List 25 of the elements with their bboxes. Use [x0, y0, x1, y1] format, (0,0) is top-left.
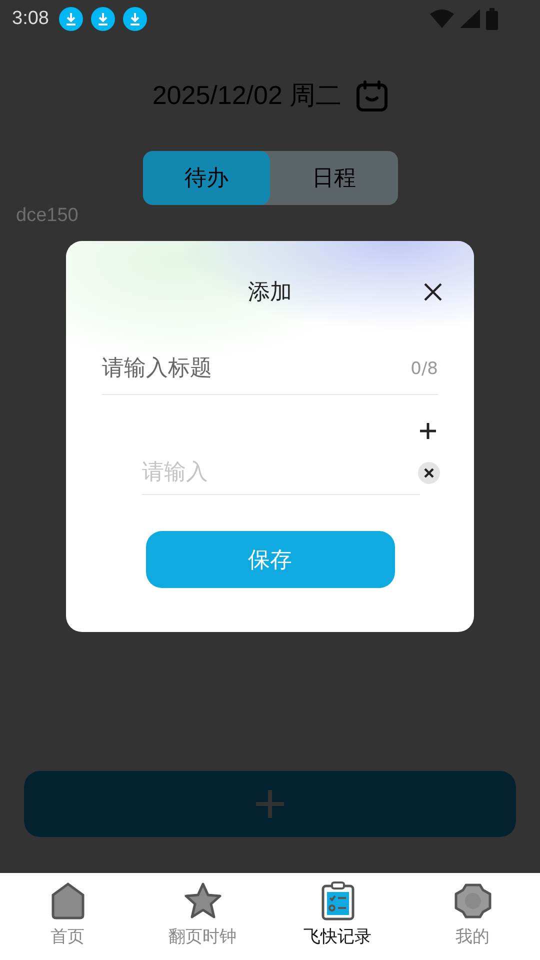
nav-tab[interactable]: 飞快记录 [270, 873, 405, 960]
tab[interactable]: 待办 [142, 151, 270, 205]
status-time: 3:08 [12, 8, 49, 30]
signal-icon [460, 9, 480, 29]
plus-icon [418, 421, 438, 441]
add-item-button[interactable] [418, 421, 438, 441]
dialog-title: 添加 [248, 279, 292, 307]
char-counter: 0/8 [410, 358, 438, 378]
download-icon [90, 7, 115, 31]
nav-tab[interactable]: 首页 [0, 873, 135, 960]
tab[interactable]: 日程 [270, 151, 398, 205]
user-code: dce150 [16, 205, 78, 227]
checklist-icon [320, 881, 354, 921]
battery-icon [486, 8, 498, 30]
remove-button[interactable] [418, 462, 440, 484]
wifi-icon [430, 9, 454, 29]
nav-tab[interactable]: 翻页时钟 [135, 873, 270, 960]
nav-tab[interactable]: 我的 [405, 873, 540, 960]
close-icon [423, 467, 435, 479]
download-icon [122, 7, 147, 31]
star-icon [182, 881, 224, 921]
title-field[interactable]: 请输入标题 [102, 356, 411, 381]
plus-icon [254, 788, 286, 820]
save-button[interactable]: 保存 [146, 531, 394, 588]
download-icon [58, 7, 83, 31]
